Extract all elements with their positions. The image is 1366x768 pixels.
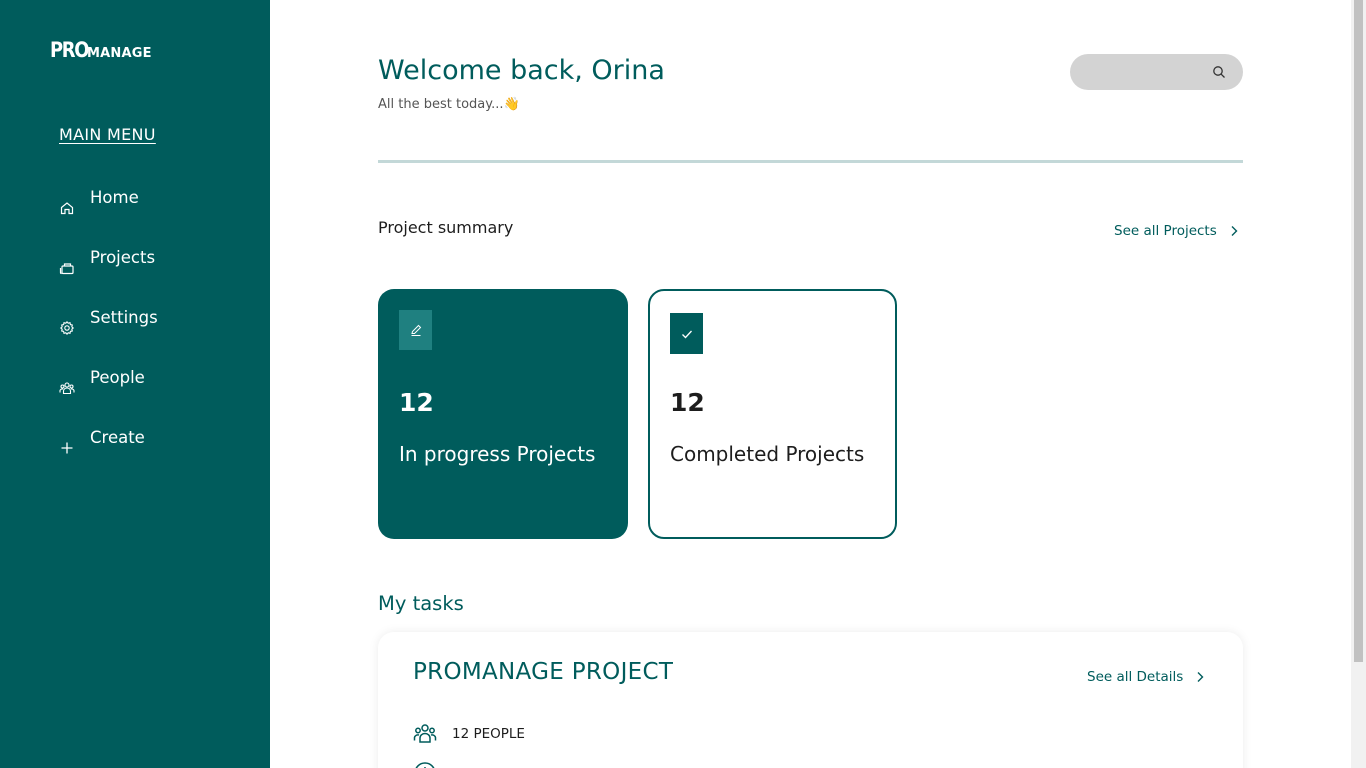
- sidebar-item-settings[interactable]: Settings: [59, 306, 158, 366]
- edit-icon: [399, 310, 432, 350]
- plus-icon: [59, 440, 75, 456]
- welcome-title: Welcome back, Orina: [378, 55, 665, 86]
- logo[interactable]: PRO MANAGE: [50, 38, 152, 62]
- in-progress-count: 12: [399, 388, 434, 417]
- see-all-details-link[interactable]: See all Details: [1087, 669, 1205, 685]
- task-people: 12 PEOPLE: [413, 722, 525, 746]
- page-scrollbar[interactable]: [1351, 0, 1366, 768]
- sidebar-item-label: Projects: [90, 248, 156, 267]
- welcome-subtitle: All the best today...👋: [378, 97, 520, 112]
- sidebar-item-home[interactable]: Home: [59, 186, 158, 246]
- briefcase-icon: [59, 260, 75, 276]
- sidebar-item-label: People: [90, 368, 145, 387]
- see-all-projects-label: See all Projects: [1114, 223, 1217, 239]
- people-icon: [59, 380, 75, 396]
- sidebar-nav: Home Projects Settings People Create: [59, 186, 158, 486]
- sidebar-item-people[interactable]: People: [59, 366, 158, 426]
- completed-count: 12: [670, 388, 705, 417]
- completed-projects-card[interactable]: 12 Completed Projects: [648, 289, 897, 539]
- sidebar-item-label: Home: [90, 188, 139, 207]
- people-icon: [413, 724, 437, 743]
- task-people-count: 12 PEOPLE: [452, 726, 525, 742]
- check-icon: [670, 313, 703, 354]
- sidebar-item-projects[interactable]: Projects: [59, 246, 158, 306]
- sidebar-item-create[interactable]: Create: [59, 426, 158, 486]
- project-summary-title: Project summary: [378, 218, 514, 237]
- search-icon[interactable]: [1212, 64, 1226, 78]
- chevron-right-icon: [1197, 672, 1204, 682]
- task-card[interactable]: PROMANAGE PROJECT See all Details 12 PEO…: [378, 632, 1243, 768]
- home-icon: [59, 200, 75, 216]
- main-menu-heading: MAIN MENU: [59, 125, 156, 144]
- header-divider: [378, 160, 1243, 163]
- logo-manage-text: MANAGE: [87, 46, 152, 61]
- chevron-right-icon: [1231, 226, 1238, 236]
- sidebar-item-label: Create: [90, 428, 145, 447]
- gear-icon: [59, 320, 75, 336]
- task-project-title: PROMANAGE PROJECT: [413, 659, 674, 685]
- in-progress-label: In progress Projects: [399, 442, 596, 466]
- see-all-projects-link[interactable]: See all Projects: [1114, 223, 1239, 239]
- sidebar-item-label: Settings: [90, 308, 158, 327]
- completed-label: Completed Projects: [670, 442, 865, 466]
- see-all-details-label: See all Details: [1087, 669, 1184, 685]
- my-tasks-title: My tasks: [378, 592, 464, 615]
- scrollbar-thumb[interactable]: [1354, 0, 1363, 662]
- clock-icon: [415, 762, 435, 768]
- logo-pro-text: PRO: [50, 38, 89, 62]
- sidebar: PRO MANAGE MAIN MENU Home Projects Setti…: [0, 0, 270, 768]
- in-progress-projects-card[interactable]: 12 In progress Projects: [378, 289, 628, 539]
